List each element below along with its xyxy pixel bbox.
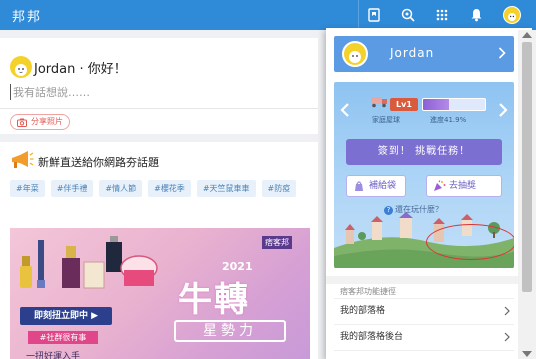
bookmark-icon[interactable] <box>364 5 384 25</box>
avatar <box>342 41 368 67</box>
level-badge: Lv1 <box>390 98 418 111</box>
topbar-divider <box>358 0 359 30</box>
product-illustration <box>20 236 158 289</box>
post-composer-card: Jordan · 你好！ 我有話想說…… 分享照片 <box>0 38 318 134</box>
promo-banner[interactable]: 痞客邦 2021 牛轉 星勢力 即刻扭立即中 ▶ #社群很有事 一扭好運入手 <box>10 228 310 359</box>
lucky-draw-button[interactable]: 去抽獎 <box>426 175 502 197</box>
camera-icon <box>17 118 27 127</box>
section-divider <box>326 276 532 284</box>
brand-logo[interactable]: 邦邦 <box>12 6 42 25</box>
user-avatar[interactable] <box>502 5 522 25</box>
section-title: 新鮮直送給你網路夯話題 <box>38 156 159 169</box>
shortcuts-label: 痞客邦功能捷徑 <box>340 287 396 296</box>
hashtag-tag[interactable]: #年菜 <box>10 180 45 197</box>
scrollbar-thumb[interactable] <box>522 42 532 292</box>
level-name: 家庭屋球 <box>372 116 400 124</box>
hashtag-tag[interactable]: #天竺鼠車車 <box>196 180 256 197</box>
hashtag-list: #年菜 #伴手禮 #情人節 #櫻花季 #天竺鼠車車 #防疫 <box>10 180 310 197</box>
banner-subheadline: 星勢力 <box>174 320 286 342</box>
supply-bag-label: 補給袋 <box>369 181 397 191</box>
divider <box>0 108 318 109</box>
banner-logo: 痞客邦 <box>262 236 292 249</box>
level-progress-fill <box>423 99 449 110</box>
highlight-circle-annotation <box>426 224 514 260</box>
chevron-right-icon <box>504 306 510 316</box>
menu-item-label: 我的部落格 <box>340 306 386 316</box>
trending-topics-card: 新鮮直送給你網路夯話題 #年菜 #伴手禮 #情人節 #櫻花季 #天竺鼠車車 #防… <box>0 142 318 359</box>
menu-item-label: 我的部落格後台 <box>340 332 404 342</box>
banner-cta-button[interactable]: 即刻扭立即中 ▶ <box>20 307 112 325</box>
chevron-right-icon <box>498 47 506 59</box>
share-photo-button[interactable]: 分享照片 <box>10 114 70 130</box>
user-dropdown-menu: Jordan Lv1 家庭屋球 進度41.9% 簽到！ 挑戰任務！ 補給袋 去抽… <box>326 28 532 359</box>
level-progress-text: 進度41.9% <box>430 116 467 124</box>
top-navigation-bar: 邦邦 <box>0 0 536 30</box>
scroll-down-icon[interactable] <box>522 351 532 357</box>
avatar[interactable] <box>10 56 32 78</box>
hashtag-tag[interactable]: #櫻花季 <box>148 180 191 197</box>
lucky-draw-label: 去抽獎 <box>449 181 477 191</box>
megaphone-icon <box>12 151 34 168</box>
apps-grid-icon[interactable] <box>432 5 452 25</box>
greeting-text: Jordan · 你好！ <box>34 62 127 77</box>
party-popper-icon <box>434 180 446 191</box>
truck-icon <box>371 97 387 108</box>
arrow-right-icon[interactable] <box>498 102 508 118</box>
bell-icon[interactable] <box>466 5 486 25</box>
level-progress-bar <box>422 98 486 111</box>
hashtag-tag[interactable]: #情人節 <box>99 180 143 197</box>
bag-icon <box>355 181 363 191</box>
profile-name: Jordan <box>390 46 435 60</box>
sign-in-challenge-button[interactable]: 簽到！ 挑戰任務！ <box>346 139 502 165</box>
arrow-left-icon[interactable] <box>340 102 350 118</box>
banner-headline: 牛轉 <box>178 280 250 320</box>
menu-item-blog-admin[interactable]: 我的部落格後台 <box>334 324 514 348</box>
scrollbar[interactable] <box>518 30 536 359</box>
share-photo-label: 分享照片 <box>31 117 63 126</box>
banner-hashtag: #社群很有事 <box>28 331 98 344</box>
game-panel: Lv1 家庭屋球 進度41.9% 簽到！ 挑戰任務！ 補給袋 去抽獎 ? 還在玩什… <box>334 82 514 268</box>
hashtag-tag[interactable]: #伴手禮 <box>50 180 94 197</box>
search-icon[interactable] <box>398 5 418 25</box>
profile-header[interactable]: Jordan <box>334 36 514 72</box>
scroll-up-icon[interactable] <box>522 32 532 38</box>
chevron-right-icon <box>504 332 510 342</box>
supply-bag-button[interactable]: 補給袋 <box>346 175 406 197</box>
menu-item-my-blog[interactable]: 我的部落格 <box>334 298 514 322</box>
banner-caption: 一扭好運入手 <box>26 352 81 359</box>
hashtag-tag[interactable]: #防疫 <box>261 180 297 197</box>
menu-item[interactable] <box>334 350 514 359</box>
post-input[interactable]: 我有話想說…… <box>10 84 90 100</box>
